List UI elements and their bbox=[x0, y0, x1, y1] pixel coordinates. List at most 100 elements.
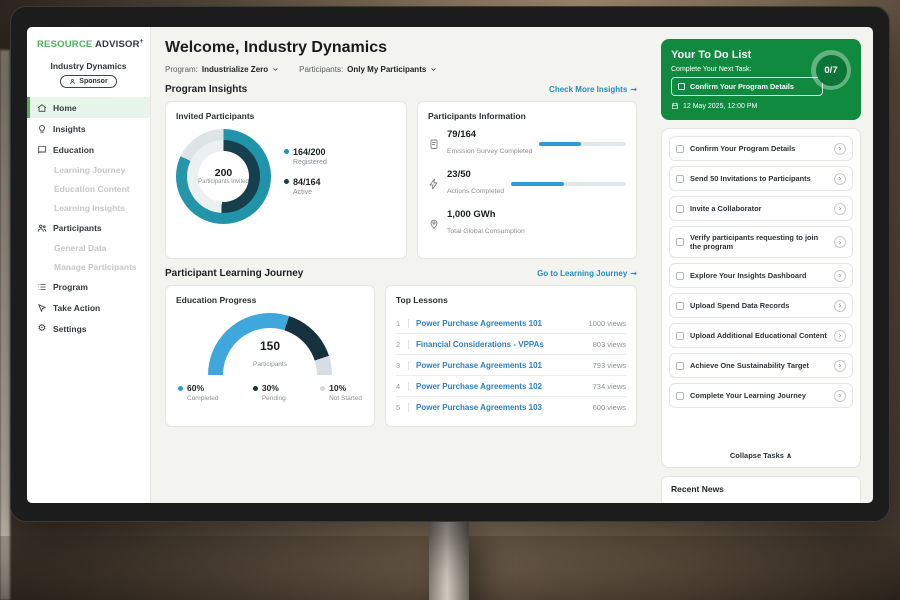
chevron-right-icon[interactable]: › bbox=[834, 300, 846, 312]
checkbox[interactable] bbox=[676, 175, 684, 183]
participants-select[interactable]: Participants: Only My Participants bbox=[299, 65, 437, 74]
sidebar-nav: Home Insights Education Learning Journey… bbox=[27, 97, 150, 339]
lesson-link[interactable]: Power Purchase Agreements 102 bbox=[416, 382, 586, 391]
lesson-row: 3 Power Purchase Agreements 101 793 view… bbox=[396, 355, 626, 376]
sidebar-item-manage-participants[interactable]: Manage Participants bbox=[27, 257, 150, 276]
checkbox[interactable] bbox=[676, 205, 684, 213]
task-row-verify-participants[interactable]: Verify participants requesting to join t… bbox=[669, 226, 853, 258]
chevron-right-icon[interactable]: › bbox=[834, 236, 846, 248]
arrow-right-icon: → bbox=[630, 269, 637, 278]
sidebar-item-participants[interactable]: Participants bbox=[27, 217, 150, 238]
logo-text-secondary: ADVISOR bbox=[95, 39, 140, 50]
checkbox[interactable] bbox=[676, 272, 684, 280]
sidebar-item-label: Participants bbox=[53, 223, 102, 233]
next-task-chip[interactable]: Confirm Your Program Details bbox=[671, 77, 823, 96]
gauge-center-label: 150 Participants bbox=[208, 339, 332, 371]
task-row-invite-collaborator[interactable]: Invite a Collaborator › bbox=[669, 196, 853, 221]
lesson-link[interactable]: Power Purchase Agreements 103 bbox=[416, 403, 586, 412]
legend-dot bbox=[284, 149, 289, 154]
gear-icon: ⚙ bbox=[37, 324, 47, 334]
sidebar: RESOURCE ADVISOR+ Industry Dynamics Spon… bbox=[27, 27, 151, 503]
chevron-right-icon[interactable]: › bbox=[834, 270, 846, 282]
bulb-icon bbox=[37, 124, 47, 134]
insights-cards: Invited Participants 200 Participants In… bbox=[165, 101, 637, 259]
monitor-stand bbox=[429, 512, 469, 600]
chevron-right-icon[interactable]: › bbox=[834, 330, 846, 342]
list-icon bbox=[37, 282, 47, 292]
program-insights-header: Program Insights Check More Insights → bbox=[165, 84, 637, 95]
checkbox[interactable] bbox=[676, 362, 684, 370]
sidebar-item-insights[interactable]: Insights bbox=[27, 118, 150, 139]
go-to-learning-journey-link[interactable]: Go to Learning Journey → bbox=[537, 269, 637, 278]
sidebar-item-education[interactable]: Education bbox=[27, 139, 150, 160]
sidebar-item-take-action[interactable]: Take Action bbox=[27, 297, 150, 318]
sidebar-item-learning-insights[interactable]: Learning Insights bbox=[27, 198, 150, 217]
sidebar-item-settings[interactable]: ⚙ Settings bbox=[27, 318, 150, 339]
chevron-right-icon[interactable]: › bbox=[834, 203, 846, 215]
chevron-right-icon[interactable]: › bbox=[834, 173, 846, 185]
screen: RESOURCE ADVISOR+ Industry Dynamics Spon… bbox=[27, 27, 873, 503]
lesson-link[interactable]: Financial Considerations - VPPAs bbox=[416, 340, 586, 349]
todo-tasks-card: Confirm Your Program Details › Send 50 I… bbox=[661, 128, 861, 468]
sidebar-item-label: Home bbox=[53, 103, 77, 113]
checkbox[interactable] bbox=[676, 145, 684, 153]
collapse-tasks-button[interactable]: Collapse Tasks ∧ bbox=[669, 447, 853, 462]
legend-item: 84/164 Active bbox=[284, 177, 327, 196]
sidebar-item-label: Education bbox=[53, 145, 94, 155]
task-row-explore-insights[interactable]: Explore Your Insights Dashboard › bbox=[669, 263, 853, 288]
task-row-upload-spend-data[interactable]: Upload Spend Data Records › bbox=[669, 293, 853, 318]
lesson-link[interactable]: Power Purchase Agreements 101 bbox=[416, 361, 586, 370]
checkbox[interactable] bbox=[676, 238, 684, 246]
chevron-right-icon[interactable]: › bbox=[834, 360, 846, 372]
sidebar-item-program[interactable]: Program bbox=[27, 276, 150, 297]
sidebar-item-label: Program bbox=[53, 282, 88, 292]
task-row-send-invitations[interactable]: Send 50 Invitations to Participants › bbox=[669, 166, 853, 191]
recent-news-header: Recent News bbox=[661, 476, 861, 503]
lesson-row: 5 Power Purchase Agreements 103 600 view… bbox=[396, 397, 626, 417]
arrow-right-icon: → bbox=[630, 85, 637, 94]
chevron-right-icon[interactable]: › bbox=[834, 390, 846, 402]
program-select[interactable]: Program: Industrialize Zero bbox=[165, 65, 279, 74]
donut-center-label: 200 Participants Invited bbox=[198, 151, 249, 202]
learning-journey-header: Participant Learning Journey Go to Learn… bbox=[165, 268, 637, 279]
task-row-confirm-program[interactable]: Confirm Your Program Details › bbox=[669, 136, 853, 161]
program-select-label: Program: bbox=[165, 65, 198, 74]
task-row-complete-learning-journey[interactable]: Complete Your Learning Journey › bbox=[669, 383, 853, 408]
todo-progress-ring: 0/7 bbox=[811, 50, 851, 90]
legend-item: 30% Pending bbox=[253, 383, 286, 402]
task-row-achieve-target[interactable]: Achieve One Sustainability Target › bbox=[669, 353, 853, 378]
lesson-link[interactable]: Power Purchase Agreements 101 bbox=[416, 319, 581, 328]
sponsor-badge[interactable]: Sponsor bbox=[60, 75, 116, 88]
legend-item: 10% Not Started bbox=[320, 383, 362, 402]
monitor: RESOURCE ADVISOR+ Industry Dynamics Spon… bbox=[10, 6, 890, 522]
legend-dot bbox=[284, 179, 289, 184]
chevron-right-icon[interactable]: › bbox=[834, 143, 846, 155]
checkbox[interactable] bbox=[678, 83, 685, 90]
sidebar-item-learning-journey[interactable]: Learning Journey bbox=[27, 160, 150, 179]
sponsor-badge-label: Sponsor bbox=[79, 78, 107, 85]
donut-legend: 164/200 Registered 84/164 Active bbox=[284, 147, 327, 207]
logo-plus: + bbox=[140, 38, 144, 45]
task-row-upload-educational-content[interactable]: Upload Additional Educational Content › bbox=[669, 323, 853, 348]
check-more-insights-link[interactable]: Check More Insights → bbox=[549, 85, 637, 94]
checkbox[interactable] bbox=[676, 302, 684, 310]
participants-information-card: Participants Information 79/164Emission … bbox=[417, 101, 637, 259]
legend-dot bbox=[320, 386, 325, 391]
todo-summary-card: Your To Do List Complete Your Next Task:… bbox=[661, 39, 861, 120]
legend-dot bbox=[178, 386, 183, 391]
main-content: Welcome, Industry Dynamics Program: Indu… bbox=[151, 27, 651, 503]
chevron-up-icon: ∧ bbox=[786, 451, 792, 460]
section-title: Program Insights bbox=[165, 84, 247, 95]
sidebar-item-education-content[interactable]: Education Content bbox=[27, 179, 150, 198]
wall-light bbox=[0, 50, 10, 600]
checkbox[interactable] bbox=[676, 332, 684, 340]
legend-item: 164/200 Registered bbox=[284, 147, 327, 166]
person-icon bbox=[69, 78, 76, 85]
checkbox[interactable] bbox=[676, 392, 684, 400]
chevron-down-icon bbox=[430, 66, 437, 73]
background: RESOURCE ADVISOR+ Industry Dynamics Spon… bbox=[0, 0, 900, 600]
education-progress-card: Education Progress 150 Participants 60% … bbox=[165, 285, 375, 427]
sidebar-item-general-data[interactable]: General Data bbox=[27, 238, 150, 257]
sidebar-item-home[interactable]: Home bbox=[27, 97, 150, 118]
legend-item: 60% Completed bbox=[178, 383, 218, 402]
